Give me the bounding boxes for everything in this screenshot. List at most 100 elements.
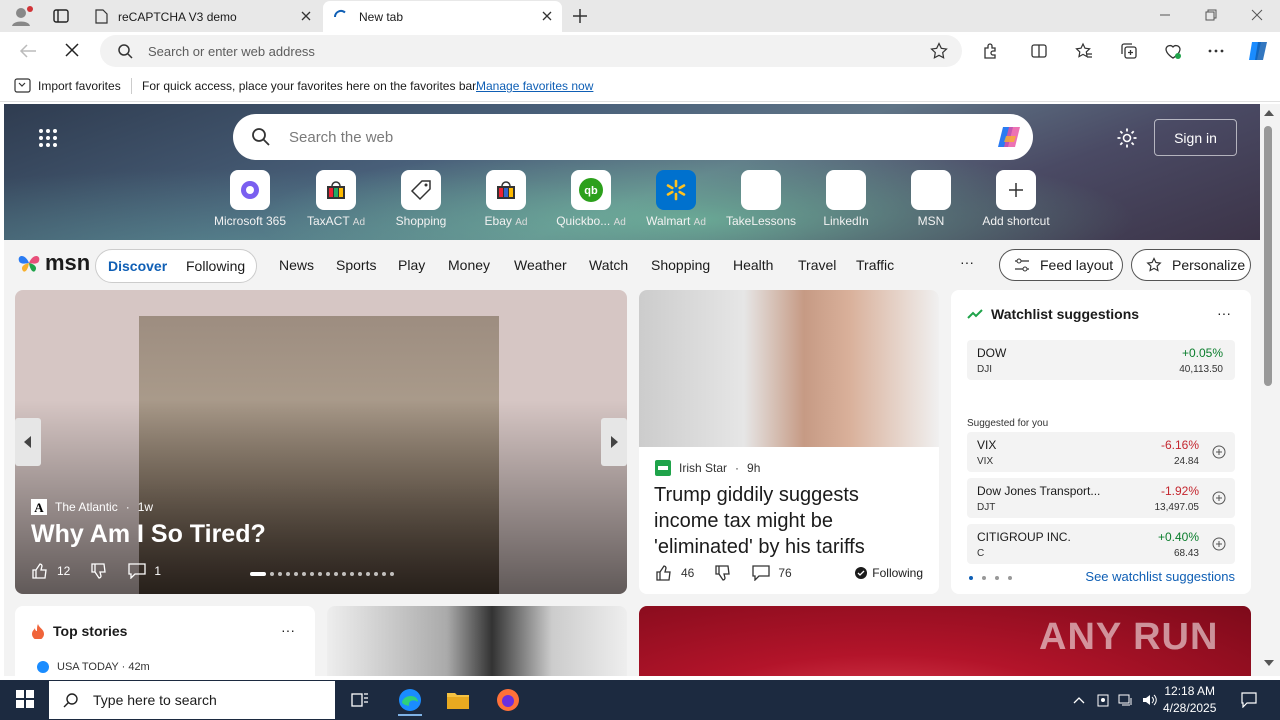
network-icon[interactable]: [1118, 692, 1134, 708]
file-explorer-icon[interactable]: [446, 688, 470, 712]
close-tab-icon[interactable]: [299, 9, 313, 23]
tab-recaptcha[interactable]: reCAPTCHA V3 demo: [85, 1, 321, 32]
back-arrow-icon[interactable]: [18, 41, 38, 61]
browser-essentials-icon[interactable]: [1164, 42, 1182, 60]
nav-more-button[interactable]: ···: [960, 254, 974, 270]
like-count: 12: [57, 564, 71, 578]
shortcut-microsoft-365[interactable]: Microsoft 365: [207, 170, 293, 234]
lead-story-card[interactable]: A The Atlantic · 1w Why Am I So Tired? 1…: [15, 290, 627, 594]
copilot-icon[interactable]: [995, 122, 1025, 152]
nav-watch[interactable]: Watch: [589, 257, 628, 273]
feed-layout-button[interactable]: Feed layout: [999, 249, 1123, 281]
shortcut-quickbooks[interactable]: qb Quickbo... Ad: [548, 170, 634, 234]
close-tab-icon[interactable]: [540, 9, 554, 23]
stock-row[interactable]: VIX VIX -6.16% 24.84: [967, 432, 1235, 472]
thumbs-up-icon[interactable]: [31, 562, 49, 580]
nav-money[interactable]: Money: [448, 257, 490, 273]
nav-travel[interactable]: Travel: [798, 257, 836, 273]
ad-badge: Ad: [693, 217, 706, 228]
see-watchlist-link[interactable]: See watchlist suggestions: [1085, 569, 1235, 584]
tab-new-tab[interactable]: New tab: [323, 1, 562, 32]
story-title[interactable]: Trump giddily suggests income tax might …: [654, 482, 924, 560]
thumbs-down-icon[interactable]: [714, 564, 732, 582]
page-settings-gear-icon[interactable]: [1116, 127, 1138, 149]
volume-icon[interactable]: [1142, 692, 1158, 708]
notifications-icon[interactable]: [1240, 691, 1258, 709]
thumbs-up-icon[interactable]: [655, 564, 673, 582]
nav-sports[interactable]: Sports: [336, 257, 376, 273]
security-icon[interactable]: [1095, 692, 1111, 708]
manage-favorites-link[interactable]: Manage favorites now: [476, 79, 593, 93]
scroll-up-icon[interactable]: [1264, 110, 1274, 116]
nav-play[interactable]: Play: [398, 257, 425, 273]
msn-logo[interactable]: msn: [16, 250, 90, 276]
extensions-icon[interactable]: [982, 42, 1000, 60]
nav-traffic[interactable]: Traffic: [856, 257, 894, 273]
comment-icon[interactable]: [752, 565, 771, 581]
shortcut-takelessons[interactable]: TakeLessons: [718, 170, 804, 234]
stock-row[interactable]: DOW DJI +0.05% 40,113.50: [967, 340, 1235, 380]
lead-story-title[interactable]: Why Am I So Tired?: [31, 520, 266, 549]
personalize-button[interactable]: Personalize: [1131, 249, 1251, 281]
watchlist-pager[interactable]: [969, 576, 1012, 580]
import-favorites-button[interactable]: Import favorites: [14, 78, 121, 93]
story-card[interactable]: Irish Star · 9h Trump giddily suggests i…: [639, 290, 939, 594]
taskbar-search-box[interactable]: Type here to search: [49, 681, 335, 719]
favorites-icon[interactable]: [1075, 42, 1093, 60]
shortcut-shopping[interactable]: Shopping: [378, 170, 464, 234]
shortcut-taxact[interactable]: TaxACT Ad: [293, 170, 379, 234]
collections-icon[interactable]: [1120, 42, 1138, 60]
address-bar[interactable]: Search or enter web address: [100, 35, 962, 67]
add-shortcut-button[interactable]: Add shortcut: [973, 170, 1059, 234]
chevron-up-icon[interactable]: [1071, 692, 1087, 708]
new-tab-icon[interactable]: [570, 6, 590, 26]
page-scrollbar[interactable]: [1260, 104, 1280, 676]
app-launcher-icon[interactable]: [38, 128, 58, 148]
add-to-watchlist-icon[interactable]: [1211, 536, 1227, 552]
tab-following[interactable]: Following: [186, 258, 245, 274]
stock-row[interactable]: Dow Jones Transport... DJT -1.92% 13,497…: [967, 478, 1235, 518]
chevron-right-icon: [609, 436, 619, 448]
watchlist-more-button[interactable]: ···: [1217, 305, 1231, 321]
nav-weather[interactable]: Weather: [514, 257, 567, 273]
firefox-icon[interactable]: [496, 688, 520, 712]
shortcut-walmart[interactable]: Walmart Ad: [633, 170, 719, 234]
copilot-icon[interactable]: [1246, 39, 1270, 63]
sign-in-button[interactable]: Sign in: [1154, 119, 1237, 156]
shortcut-linkedin[interactable]: LinkedIn: [803, 170, 889, 234]
profile-avatar-icon[interactable]: [10, 5, 34, 27]
task-view-icon[interactable]: [348, 688, 372, 712]
tab-actions-icon[interactable]: [52, 7, 70, 25]
web-search-box[interactable]: Search the web: [233, 114, 1033, 160]
top-stories-more-button[interactable]: ···: [281, 622, 295, 638]
restore-icon[interactable]: [1204, 8, 1218, 22]
ad-image-card[interactable]: ANY RUN: [639, 606, 1251, 676]
carousel-prev-button[interactable]: [15, 418, 41, 466]
settings-more-icon[interactable]: [1207, 42, 1225, 60]
close-window-icon[interactable]: [1250, 8, 1264, 22]
nav-health[interactable]: Health: [733, 257, 773, 273]
split-screen-icon[interactable]: [1030, 42, 1048, 60]
scrollbar-thumb[interactable]: [1264, 126, 1272, 386]
story-image-card[interactable]: [327, 606, 627, 676]
nav-news[interactable]: News: [279, 257, 314, 273]
thumbs-down-icon[interactable]: [90, 562, 108, 580]
following-button[interactable]: Following: [855, 566, 923, 580]
import-favorites-label: Import favorites: [38, 78, 121, 93]
scroll-down-icon[interactable]: [1264, 660, 1274, 666]
shortcut-msn[interactable]: MSN: [888, 170, 974, 234]
edge-browser-icon[interactable]: [398, 686, 422, 716]
windows-start-icon[interactable]: [16, 690, 34, 708]
stop-loading-icon[interactable]: [63, 41, 81, 59]
system-clock[interactable]: 12:18 AM 4/28/2025: [1163, 683, 1216, 717]
tab-discover[interactable]: Discover: [108, 258, 167, 274]
favorite-star-icon[interactable]: [930, 42, 948, 60]
shortcut-ebay[interactable]: Ebay Ad: [463, 170, 549, 234]
comment-icon[interactable]: [128, 563, 147, 579]
nav-shopping[interactable]: Shopping: [651, 257, 710, 273]
stock-row[interactable]: CITIGROUP INC. C +0.40% 68.43: [967, 524, 1235, 564]
add-to-watchlist-icon[interactable]: [1211, 444, 1227, 460]
carousel-next-button[interactable]: [601, 418, 627, 466]
add-to-watchlist-icon[interactable]: [1211, 490, 1227, 506]
minimize-icon[interactable]: [1158, 8, 1172, 22]
